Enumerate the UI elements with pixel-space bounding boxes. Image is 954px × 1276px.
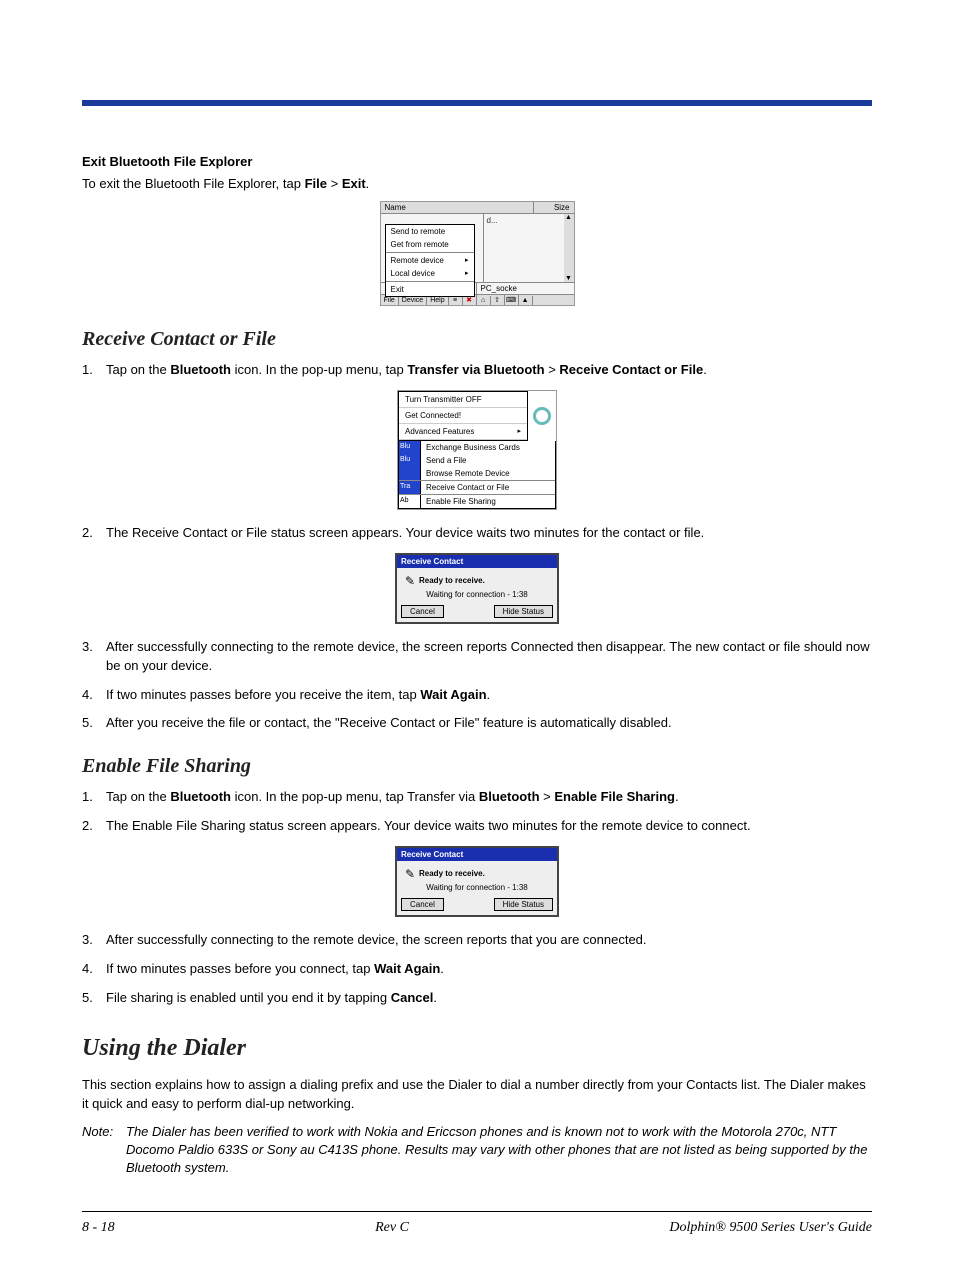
menu-local-device[interactable]: Local device xyxy=(386,267,474,280)
dialog-title: Receive Contact xyxy=(397,555,557,568)
list-item: 1. Tap on the Bluetooth icon. In the pop… xyxy=(82,788,872,807)
scroll-up-icon[interactable]: ▲ xyxy=(565,214,572,221)
exit-bt-para: To exit the Bluetooth File Explorer, tap… xyxy=(82,175,872,193)
tb-icon[interactable]: ⇧ xyxy=(491,295,505,305)
status-right: PC_socke xyxy=(477,283,574,294)
menu-get-connected[interactable]: Get Connected! xyxy=(399,408,527,424)
page-footer: 8 - 18 Rev C Dolphin® 9500 Series User's… xyxy=(82,1211,872,1236)
col-name: Name xyxy=(381,202,534,213)
transfer-icon: ✎ xyxy=(401,574,419,588)
hide-status-button[interactable]: Hide Status xyxy=(494,605,553,618)
exit-bt-heading: Exit Bluetooth File Explorer xyxy=(82,154,872,169)
exit-label: Exit xyxy=(342,176,366,191)
cancel-button[interactable]: Cancel xyxy=(401,898,444,911)
list-item: 2.The Receive Contact or File status scr… xyxy=(82,524,872,543)
top-rule xyxy=(82,100,872,106)
scroll-down-icon[interactable]: ▼ xyxy=(565,275,572,282)
screenshot-bt-menu: Turn Transmitter OFF Get Connected! Adva… xyxy=(397,390,557,510)
menu-enable-sharing[interactable]: Enable File Sharing xyxy=(421,495,555,508)
figure-receive-dialog-1: Receive Contact ✎Ready to receive. Waiti… xyxy=(82,553,872,624)
menu-turn-off[interactable]: Turn Transmitter OFF xyxy=(399,392,527,408)
receive-steps-cont: 2.The Receive Contact or File status scr… xyxy=(82,524,872,543)
step-text: Tap on the Bluetooth icon. In the pop-up… xyxy=(106,361,872,380)
figure-file-explorer: Name Size d... Send to remote Get from r… xyxy=(82,201,872,306)
receive-heading: Receive Contact or File xyxy=(82,328,872,351)
separator xyxy=(386,252,474,253)
note-label: Note: xyxy=(82,1123,126,1178)
list-item: 4.If two minutes passes before you recei… xyxy=(82,686,872,705)
list-item: 1. Tap on the Bluetooth icon. In the pop… xyxy=(82,361,872,380)
transfer-icon: ✎ xyxy=(401,867,419,881)
enable-heading: Enable File Sharing xyxy=(82,755,872,778)
dialer-para: This section explains how to assign a di… xyxy=(82,1076,872,1112)
bt-submenu: BluExchange Business Cards BluSend a Fil… xyxy=(398,441,556,509)
scrollbar[interactable]: ▲▼ xyxy=(564,214,574,282)
text: > xyxy=(327,176,342,191)
note-text: The Dialer has been verified to work wit… xyxy=(126,1123,872,1178)
doc-title: Dolphin® 9500 Series User's Guide xyxy=(669,1220,872,1236)
menu-receive-contact[interactable]: Receive Contact or File xyxy=(421,481,555,494)
enable-steps: 1. Tap on the Bluetooth icon. In the pop… xyxy=(82,788,872,836)
tb-icon[interactable]: ⌂ xyxy=(477,296,491,305)
separator xyxy=(386,281,474,282)
text: To exit the Bluetooth File Explorer, tap xyxy=(82,176,305,191)
enable-steps-cont: 3.After successfully connecting to the r… xyxy=(82,931,872,1008)
screenshot-receive-dialog: Receive Contact ✎Ready to receive. Waiti… xyxy=(395,553,559,624)
file-label: File xyxy=(305,176,327,191)
screenshot-file-explorer: Name Size d... Send to remote Get from r… xyxy=(380,201,575,306)
page-number: 8 - 18 xyxy=(82,1220,115,1236)
circle-icon xyxy=(533,407,551,425)
menu-get-from-remote[interactable]: Get from remote xyxy=(386,238,474,251)
column-headers: Name Size xyxy=(381,202,574,214)
tb-up-icon[interactable]: ▲ xyxy=(519,296,533,305)
ready-text: Ready to receive. xyxy=(419,869,485,878)
menu-advanced[interactable]: Advanced Features xyxy=(399,424,527,440)
hide-status-button[interactable]: Hide Status xyxy=(494,898,553,911)
waiting-text: Waiting for connection - 1:38 xyxy=(401,883,553,892)
receive-steps: 1. Tap on the Bluetooth icon. In the pop… xyxy=(82,361,872,380)
figure-receive-dialog-2: Receive Contact ✎Ready to receive. Waiti… xyxy=(82,846,872,917)
text: . xyxy=(366,176,370,191)
receive-steps-cont2: 3.After successfully connecting to the r… xyxy=(82,638,872,733)
col-size: Size xyxy=(534,202,574,213)
list-item: 3.After successfully connecting to the r… xyxy=(82,638,872,676)
tb-keyboard-icon[interactable]: ⌨ xyxy=(505,295,519,305)
list-item: 5.File sharing is enabled until you end … xyxy=(82,989,872,1008)
dialer-heading: Using the Dialer xyxy=(82,1035,872,1062)
screenshot-receive-dialog: Receive Contact ✎Ready to receive. Waiti… xyxy=(395,846,559,917)
menu-remote-device[interactable]: Remote device xyxy=(386,254,474,267)
dialog-title: Receive Contact xyxy=(397,848,557,861)
right-pane: d... xyxy=(484,214,564,282)
bt-main-menu: Turn Transmitter OFF Get Connected! Adva… xyxy=(398,391,528,441)
figure-bt-menu: Turn Transmitter OFF Get Connected! Adva… xyxy=(82,390,872,510)
waiting-text: Waiting for connection - 1:38 xyxy=(401,590,553,599)
list-item: 2.The Enable File Sharing status screen … xyxy=(82,817,872,836)
page: Exit Bluetooth File Explorer To exit the… xyxy=(0,0,954,1276)
list-item: 3.After successfully connecting to the r… xyxy=(82,931,872,950)
cancel-button[interactable]: Cancel xyxy=(401,605,444,618)
menu-browse-remote[interactable]: Browse Remote Device xyxy=(421,467,555,480)
list-item: 5.After you receive the file or contact,… xyxy=(82,714,872,733)
ready-text: Ready to receive. xyxy=(419,576,485,585)
revision: Rev C xyxy=(375,1220,409,1236)
menu-exchange-cards[interactable]: Exchange Business Cards xyxy=(421,441,555,454)
context-menu: Send to remote Get from remote Remote de… xyxy=(385,224,475,297)
menu-send-file[interactable]: Send a File xyxy=(421,454,555,467)
bt-logo xyxy=(528,391,556,441)
note: Note: The Dialer has been verified to wo… xyxy=(82,1123,872,1178)
step-num: 1. xyxy=(82,361,106,380)
list-item: 4.If two minutes passes before you conne… xyxy=(82,960,872,979)
menu-exit[interactable]: Exit xyxy=(386,283,474,296)
menu-send-to-remote[interactable]: Send to remote xyxy=(386,225,474,238)
